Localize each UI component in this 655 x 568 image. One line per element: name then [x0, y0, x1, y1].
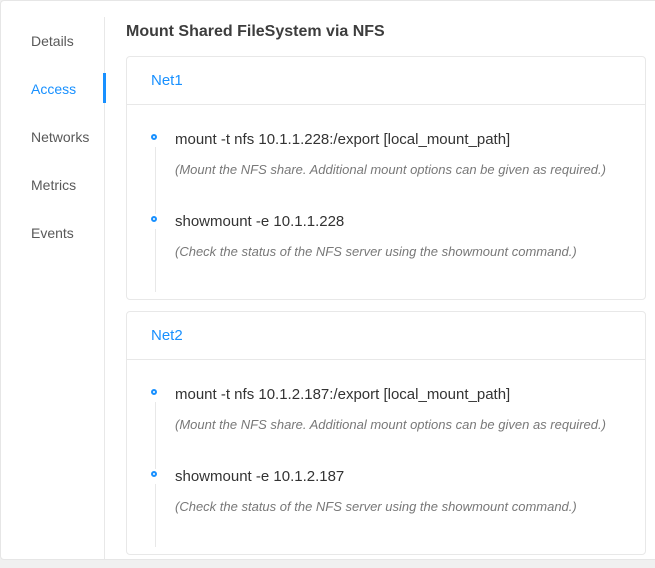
showmount-command: showmount -e 10.1.2.187 — [175, 466, 621, 488]
tab-details[interactable]: Details — [1, 17, 104, 65]
network-card-title: Net2 — [127, 312, 645, 360]
timeline-dot-icon — [151, 134, 157, 140]
page-title: Mount Shared FileSystem via NFS — [126, 24, 646, 40]
command-description: (Mount the NFS share. Additional mount o… — [175, 416, 621, 434]
card-body: mount -t nfs 10.1.2.187:/export [local_m… — [127, 360, 645, 554]
timeline-dot-icon — [151, 216, 157, 222]
access-panel: Details Access Networks Metrics Events M… — [0, 0, 655, 560]
mount-command: mount -t nfs 10.1.2.187:/export [local_m… — [175, 384, 621, 406]
timeline-step: showmount -e 10.1.1.228 (Check the statu… — [151, 211, 621, 289]
command-description: (Check the status of the NFS server usin… — [175, 498, 621, 516]
command-description: (Check the status of the NFS server usin… — [175, 243, 621, 261]
timeline-dot-icon — [151, 389, 157, 395]
timeline-step: mount -t nfs 10.1.2.187:/export [local_m… — [151, 384, 621, 466]
network-card-net1: Net1 mount -t nfs 10.1.1.228:/export [lo… — [126, 56, 646, 300]
tab-events[interactable]: Events — [1, 209, 104, 257]
left-tab-list: Details Access Networks Metrics Events — [1, 17, 105, 559]
timeline-step: showmount -e 10.1.2.187 (Check the statu… — [151, 466, 621, 544]
network-card-net2: Net2 mount -t nfs 10.1.2.187:/export [lo… — [126, 311, 646, 555]
card-body: mount -t nfs 10.1.1.228:/export [local_m… — [127, 105, 645, 299]
tab-panel-access: Mount Shared FileSystem via NFS Net1 mou… — [105, 1, 653, 559]
tab-metrics[interactable]: Metrics — [1, 161, 104, 209]
command-description: (Mount the NFS share. Additional mount o… — [175, 161, 621, 179]
timeline-dot-icon — [151, 471, 157, 477]
mount-command: mount -t nfs 10.1.1.228:/export [local_m… — [175, 129, 621, 151]
showmount-command: showmount -e 10.1.1.228 — [175, 211, 621, 233]
network-card-title: Net1 — [127, 57, 645, 105]
tab-access[interactable]: Access — [1, 65, 104, 113]
timeline-step: mount -t nfs 10.1.1.228:/export [local_m… — [151, 129, 621, 211]
tab-networks[interactable]: Networks — [1, 113, 104, 161]
